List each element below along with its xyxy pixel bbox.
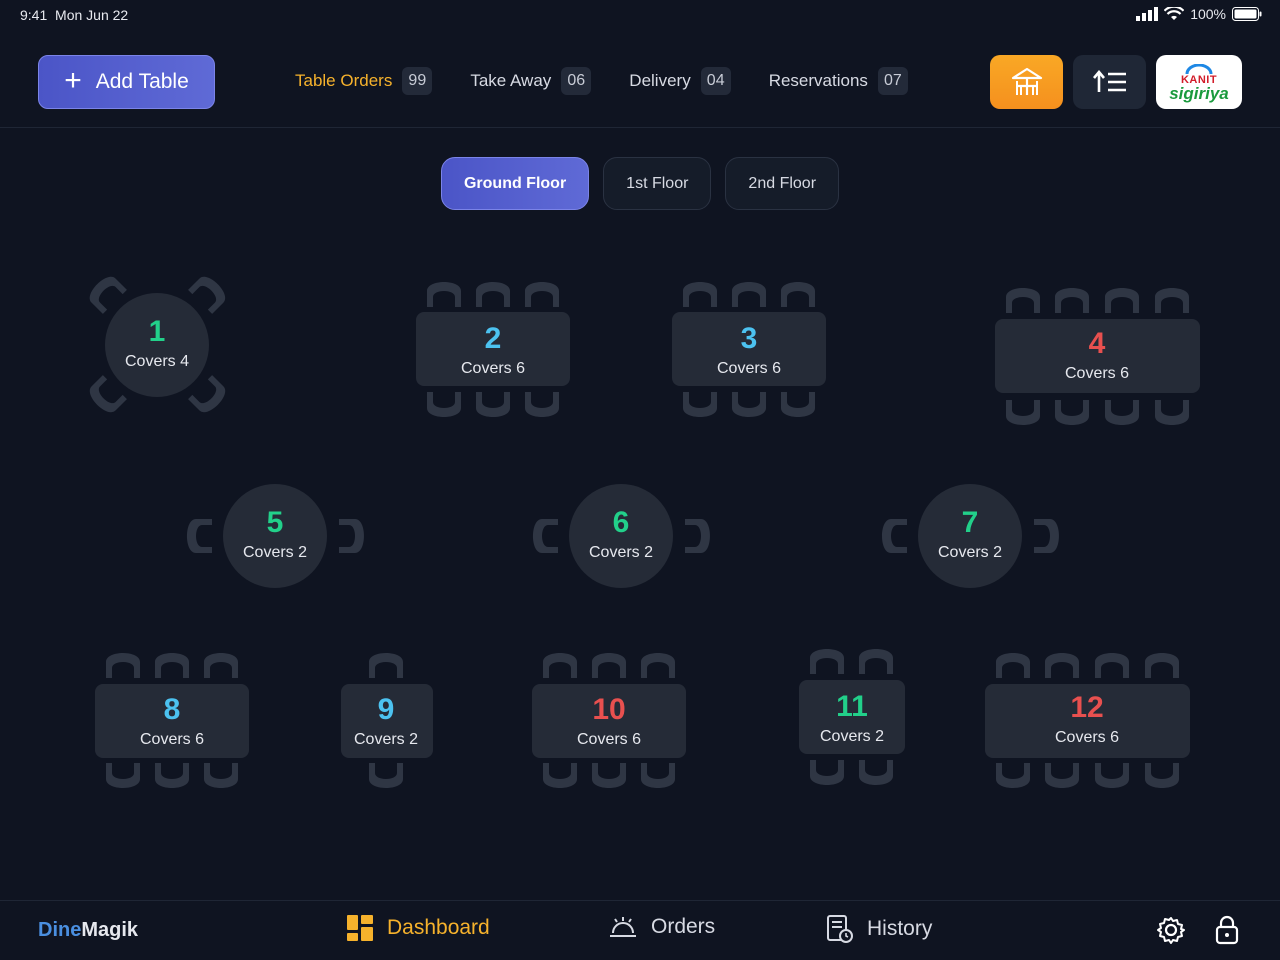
table-covers: Covers 6 — [577, 731, 641, 748]
table-covers: Covers 6 — [140, 731, 204, 748]
table-6[interactable]: 6 Covers 2 — [533, 484, 710, 588]
brand-logo: DineMagik — [38, 919, 139, 941]
table-number: 5 — [267, 506, 284, 539]
table-9[interactable]: 9 Covers 2 — [341, 653, 433, 788]
table-11[interactable]: 11 Covers 2 — [799, 649, 905, 785]
table-number: 10 — [592, 693, 625, 726]
table-covers: Covers 6 — [717, 360, 781, 377]
table-3[interactable]: 3 Covers 6 — [672, 282, 826, 417]
table-12[interactable]: 12 Covers 6 — [985, 653, 1190, 788]
table-covers: Covers 4 — [125, 353, 189, 370]
table-number: 6 — [613, 506, 630, 539]
table-number: 8 — [164, 693, 181, 726]
nav-dashboard[interactable]: Dashboard — [347, 915, 490, 941]
table-8[interactable]: 8 Covers 6 — [95, 653, 249, 788]
lock-icon[interactable] — [1212, 915, 1242, 945]
table-10[interactable]: 10 Covers 6 — [532, 653, 686, 788]
table-covers: Covers 2 — [820, 728, 884, 745]
table-number: 2 — [485, 322, 502, 355]
table-number: 9 — [378, 693, 395, 726]
table-covers: Covers 6 — [461, 360, 525, 377]
table-covers: Covers 2 — [589, 544, 653, 561]
table-covers: Covers 2 — [938, 544, 1002, 561]
table-7[interactable]: 7 Covers 2 — [882, 484, 1059, 588]
table-covers: Covers 2 — [354, 731, 418, 748]
table-covers: Covers 6 — [1055, 729, 1119, 746]
table-covers: Covers 2 — [243, 544, 307, 561]
table-number: 4 — [1089, 327, 1106, 360]
floor-plan: 1 Covers 4 2 Covers 6 3 Covers 6 4 Cover… — [85, 272, 1200, 788]
settings-gear-icon[interactable] — [1156, 915, 1186, 945]
nav-orders[interactable]: Orders — [609, 915, 715, 939]
table-number: 11 — [836, 690, 868, 723]
table-4[interactable]: 4 Covers 6 — [995, 288, 1200, 425]
cloche-icon — [610, 917, 636, 937]
table-number: 1 — [149, 315, 166, 348]
dashboard-icon — [347, 915, 373, 941]
nav-history[interactable]: History — [827, 915, 932, 943]
table-covers: Covers 6 — [1065, 365, 1129, 382]
table-1[interactable]: 1 Covers 4 — [85, 272, 230, 417]
table-number: 3 — [741, 322, 758, 355]
history-icon — [827, 915, 853, 943]
table-number: 12 — [1070, 691, 1103, 724]
table-2[interactable]: 2 Covers 6 — [416, 282, 570, 417]
bottom-nav: DineMagik Dashboard Orders History — [0, 900, 1280, 960]
table-5[interactable]: 5 Covers 2 — [187, 484, 364, 588]
table-number: 7 — [962, 506, 979, 539]
